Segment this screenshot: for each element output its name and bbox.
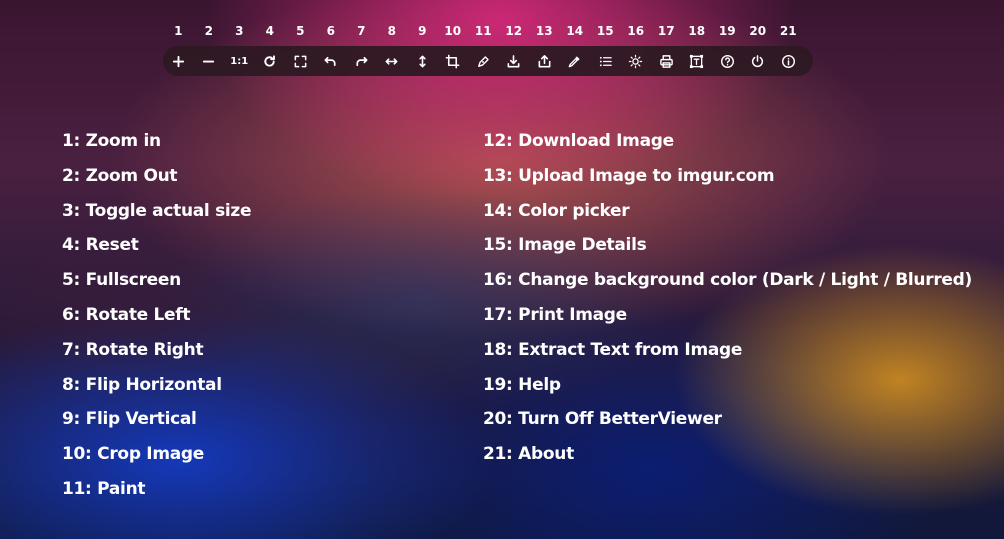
toolbar-number: 16 [627, 24, 645, 38]
reset-icon [264, 54, 276, 67]
download-button[interactable] [499, 46, 530, 76]
help-icon [720, 54, 734, 68]
about-button[interactable] [773, 46, 804, 76]
toolbar-number: 7 [357, 24, 366, 38]
toolbar-number: 10 [444, 24, 462, 38]
printer-icon [659, 54, 673, 68]
fullscreen-icon [294, 55, 307, 67]
toolbar-number: 17 [657, 24, 675, 38]
list-icon [599, 56, 612, 66]
legend-item: 5: Fullscreen [62, 270, 181, 291]
legend-item: 13: Upload Image to imgur.com [483, 165, 775, 186]
print-button[interactable] [651, 46, 682, 76]
legend-item: 15: Image Details [483, 235, 647, 256]
turn-off-button[interactable] [743, 46, 774, 76]
toolbar-number: 18 [688, 24, 706, 38]
sun-icon [629, 54, 643, 68]
download-icon [507, 54, 520, 67]
toolbar-number: 12 [505, 24, 523, 38]
rotate-right-icon [356, 56, 368, 66]
minus-icon [203, 60, 215, 62]
toolbar-number: 8 [387, 24, 396, 38]
flip-horizontal-button[interactable] [377, 46, 408, 76]
legend-item: 3: Toggle actual size [62, 200, 252, 221]
toolbar-number: 9 [418, 24, 427, 38]
legend-item: 7: Rotate Right [62, 339, 204, 360]
toolbar-number: 6 [326, 24, 335, 38]
info-icon [781, 54, 795, 68]
legend-item: 1: Zoom in [62, 131, 161, 151]
flip-vertical-icon [419, 55, 426, 67]
legend-left-column: 1: Zoom in 2: Zoom Out 3: Toggle actual … [62, 124, 252, 507]
toolbar-number: 21 [779, 24, 797, 38]
toolbar-number: 11 [474, 24, 492, 38]
toolbar-number: 19 [718, 24, 736, 38]
legend-item: 12: Download Image [483, 131, 674, 151]
rotate-right-button[interactable] [346, 46, 377, 76]
color-picker-icon [568, 55, 580, 67]
flip-vertical-button[interactable] [407, 46, 438, 76]
upload-button[interactable] [529, 46, 560, 76]
zoom-in-button[interactable] [163, 46, 194, 76]
extract-text-icon [690, 54, 704, 68]
crop-icon [445, 54, 460, 68]
toolbar-number: 5 [296, 24, 305, 38]
plus-icon [172, 55, 184, 67]
legend-item: 21: About [483, 444, 574, 465]
toolbar-number: 1 [174, 24, 183, 38]
paint-button[interactable] [468, 46, 499, 76]
toolbar-number: 15 [596, 24, 614, 38]
toolbar-numbers: 1 2 3 4 5 6 7 8 9 10 11 12 13 14 15 16 1… [163, 22, 813, 40]
legend-right-column: 12: Download Image 13: Upload Image to i… [483, 124, 972, 472]
legend-item: 11: Paint [62, 478, 146, 499]
toggle-actual-size-button[interactable]: 1:1 [224, 46, 255, 76]
legend-item: 20: Turn Off BetterViewer [483, 409, 722, 430]
extract-text-button[interactable] [682, 46, 713, 76]
paint-icon [477, 55, 489, 67]
color-picker-button[interactable] [560, 46, 591, 76]
rotate-left-icon [324, 56, 336, 66]
toolbar-number: 2 [204, 24, 213, 38]
zoom-out-button[interactable] [194, 46, 225, 76]
toolbar-number: 14 [566, 24, 584, 38]
toolbar-number: 4 [265, 24, 274, 38]
toolbar-number: 13 [535, 24, 553, 38]
fullscreen-button[interactable] [285, 46, 316, 76]
legend-item: 17: Print Image [483, 304, 627, 325]
legend-item: 14: Color picker [483, 200, 630, 221]
crop-button[interactable] [438, 46, 469, 76]
legend-item: 19: Help [483, 374, 561, 395]
legend-item: 16: Change background color (Dark / Ligh… [483, 270, 972, 291]
legend-item: 4: Reset [62, 235, 139, 256]
help-button[interactable] [712, 46, 743, 76]
image-details-button[interactable] [590, 46, 621, 76]
power-icon [752, 54, 764, 67]
legend-item: 6: Rotate Left [62, 304, 191, 325]
actual-size-icon: 1:1 [230, 55, 249, 67]
background-color-button[interactable] [621, 46, 652, 76]
legend-item: 8: Flip Horizontal [62, 374, 222, 395]
upload-icon [538, 54, 551, 67]
toolbar: 1 2 3 4 5 6 7 8 9 10 11 12 13 14 15 16 1… [163, 22, 813, 76]
reset-button[interactable] [255, 46, 286, 76]
toolbar-number: 3 [235, 24, 244, 38]
legend-item: 2: Zoom Out [62, 165, 178, 186]
legend-item: 18: Extract Text from Image [483, 339, 743, 360]
flip-horizontal-icon [385, 57, 398, 65]
toolbar-number: 20 [749, 24, 767, 38]
legend-item: 10: Crop Image [62, 444, 205, 465]
rotate-left-button[interactable] [316, 46, 347, 76]
toolbar-buttons: 1:1 [163, 46, 813, 76]
legend-item: 9: Flip Vertical [62, 409, 197, 430]
